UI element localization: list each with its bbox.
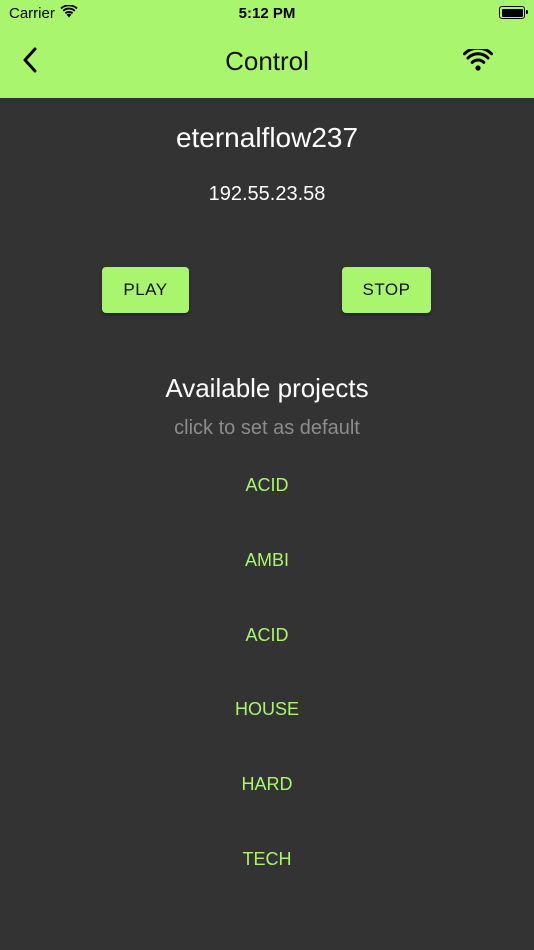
project-item-house[interactable]: HOUSE <box>0 691 534 766</box>
status-bar: Carrier 5:12 PM <box>0 0 534 28</box>
navigation-bar: Control <box>0 34 534 90</box>
wifi-icon <box>462 46 494 76</box>
projects-list: ACID AMBI ACID HOUSE HARD TECH <box>0 467 534 916</box>
projects-hint-text: click to set as default <box>174 417 360 439</box>
projects-section-title: Available projects <box>165 373 369 403</box>
wifi-button[interactable] <box>460 46 496 76</box>
project-item-tech[interactable]: TECH <box>0 841 534 916</box>
device-ip-address: 192.55.23.58 <box>208 183 326 205</box>
project-item-ambi[interactable]: AMBI <box>0 542 534 617</box>
project-item-acid[interactable]: ACID <box>0 467 534 542</box>
project-item-acid-2[interactable]: ACID <box>0 617 534 692</box>
device-name: eternalflow237 <box>175 122 359 153</box>
play-button[interactable]: PLAY <box>102 267 189 313</box>
status-time: 5:12 PM <box>238 5 296 22</box>
page-title: Control <box>225 46 309 76</box>
project-item-hard[interactable]: HARD <box>0 766 534 841</box>
top-bar: Carrier 5:12 PM Control <box>0 0 534 98</box>
stop-button[interactable]: STOP <box>342 267 431 313</box>
battery-icon <box>499 6 528 19</box>
